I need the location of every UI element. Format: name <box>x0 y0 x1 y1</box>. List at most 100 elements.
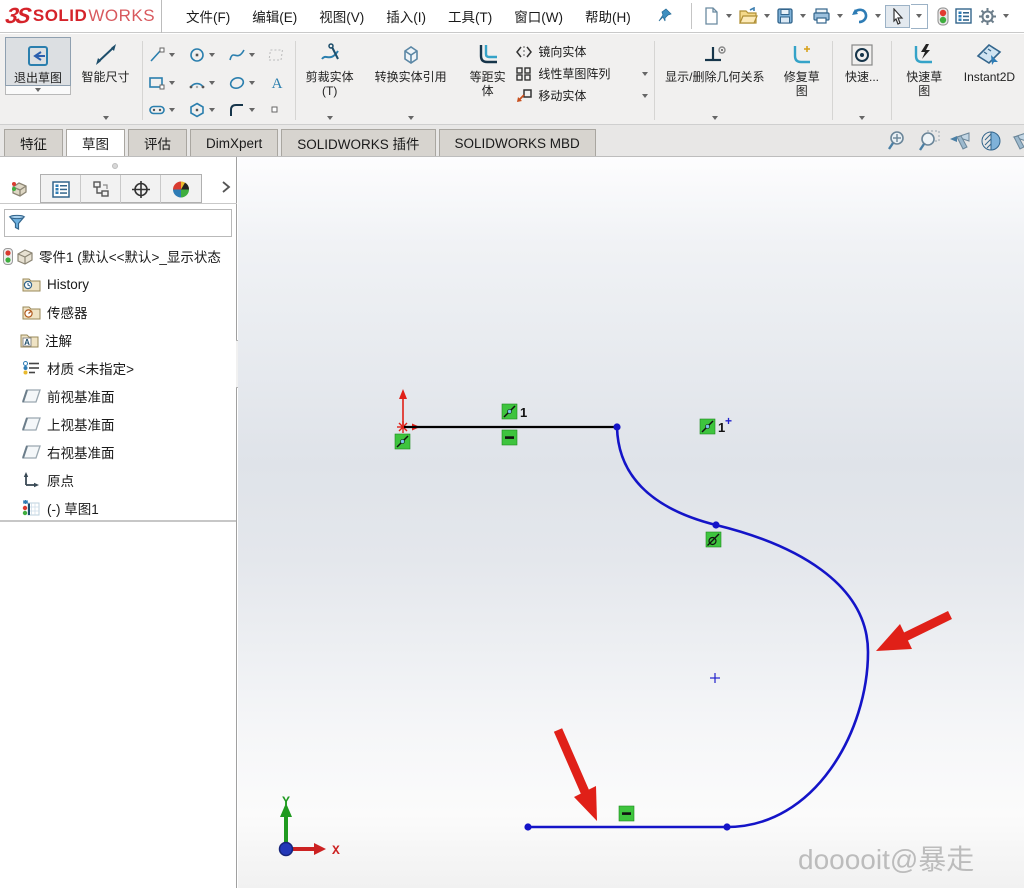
options-list-button[interactable] <box>952 4 975 28</box>
displaymanager-tab[interactable] <box>161 175 201 204</box>
section-view-icon[interactable] <box>979 129 1003 156</box>
sketch-spline[interactable] <box>617 427 868 827</box>
save-caret[interactable] <box>800 14 806 18</box>
arc-tool[interactable] <box>185 74 225 92</box>
offset-entities-button[interactable]: 等距实体 <box>460 37 515 124</box>
coincident-constraint-badge-1plus[interactable] <box>700 419 715 434</box>
circle-tool[interactable] <box>185 46 225 64</box>
display-relations-caret[interactable] <box>712 116 718 120</box>
tab-dimxpert[interactable]: DimXpert <box>190 129 278 156</box>
horizontal-constraint-badge[interactable] <box>619 806 634 821</box>
sketch-point[interactable] <box>712 521 719 528</box>
rapid-sketch-button[interactable]: 快速草图 <box>894 37 955 124</box>
new-document-caret[interactable] <box>726 14 732 18</box>
quick-snaps-button[interactable]: 快速... <box>835 37 888 124</box>
save-button[interactable] <box>774 4 796 28</box>
new-document-button[interactable] <box>700 4 722 28</box>
zoom-area-icon[interactable] <box>917 129 941 156</box>
tree-item-origin[interactable]: 原点 <box>0 466 236 494</box>
tree-item-sketch1[interactable]: (-) 草图1 <box>0 494 236 522</box>
smart-dimension-button[interactable]: 智能尺寸 <box>71 37 140 124</box>
menu-window[interactable]: 窗口(W) <box>504 0 573 32</box>
dimxpertmanager-tab[interactable] <box>121 175 161 204</box>
tree-root-part[interactable]: 零件1 (默认<<默认>_显示状态 <box>0 242 236 270</box>
filter-input[interactable] <box>26 213 231 233</box>
arc-center-point[interactable] <box>710 673 720 683</box>
slot-tool[interactable] <box>145 101 185 119</box>
polygon-tool[interactable] <box>185 101 225 119</box>
pin-icon[interactable] <box>657 7 673 26</box>
linear-pattern-button[interactable]: 线性草图阵列 <box>515 65 651 82</box>
mirror-entities-button[interactable]: 镜向实体 <box>515 43 651 60</box>
selection-filter-button[interactable] <box>935 4 951 29</box>
settings-caret[interactable] <box>1003 14 1009 18</box>
tree-item-front-plane[interactable]: 前视基准面 <box>0 382 236 410</box>
sketch-point[interactable] <box>613 423 620 430</box>
tab-sw-addins[interactable]: SOLIDWORKS 插件 <box>281 129 435 156</box>
print-button[interactable] <box>810 4 833 28</box>
smart-dimension-caret[interactable] <box>103 116 109 120</box>
select-tool-button[interactable] <box>885 5 910 28</box>
tab-features[interactable]: 特征 <box>4 129 63 156</box>
tree-item-top-plane[interactable]: 上视基准面 <box>0 410 236 438</box>
trim-entities-caret[interactable] <box>327 116 333 120</box>
sketch-point[interactable] <box>524 823 531 830</box>
exit-sketch-dropdown[interactable] <box>5 86 71 95</box>
menu-view[interactable]: 视图(V) <box>309 0 374 32</box>
display-relations-button[interactable]: 显示/删除几何关系 <box>657 37 774 124</box>
propertymanager-tab[interactable] <box>41 175 81 204</box>
settings-gear-button[interactable] <box>976 4 999 29</box>
menu-file[interactable]: 文件(F) <box>176 0 240 32</box>
fillet-tool[interactable] <box>225 101 265 119</box>
instant2d-button[interactable]: Instant2D <box>955 37 1024 124</box>
open-button[interactable] <box>736 4 760 28</box>
coincident-constraint-badge[interactable] <box>395 434 410 449</box>
convert-entities-caret[interactable] <box>408 116 414 120</box>
open-caret[interactable] <box>764 14 770 18</box>
tree-item-sensors[interactable]: 传感器 <box>0 298 236 326</box>
undo-caret[interactable] <box>875 14 881 18</box>
graphics-viewport[interactable]: 1 1 + <box>238 157 1024 888</box>
tree-item-right-plane[interactable]: 右视基准面 <box>0 438 236 466</box>
tab-sw-mbd[interactable]: SOLIDWORKS MBD <box>439 129 596 156</box>
trim-entities-button[interactable]: 剪裁实体(T) <box>298 37 361 124</box>
menu-help[interactable]: 帮助(H) <box>575 0 641 32</box>
coincident-constraint-badge-1[interactable] <box>502 404 517 419</box>
tree-item-annotations[interactable]: A 注解 <box>0 326 236 354</box>
move-entities-caret[interactable] <box>642 94 648 98</box>
menu-insert[interactable]: 插入(I) <box>376 0 436 32</box>
tree-item-history[interactable]: History <box>0 270 236 298</box>
featuremanager-tab[interactable] <box>0 174 40 203</box>
menu-tools[interactable]: 工具(T) <box>438 0 502 32</box>
view-settings-icon[interactable] <box>1010 129 1024 156</box>
print-caret[interactable] <box>837 14 843 18</box>
spline-tool[interactable] <box>225 46 265 64</box>
zoom-fit-icon[interactable] <box>886 129 910 156</box>
tab-sketch[interactable]: 草图 <box>66 129 125 156</box>
plane-ghost-tool[interactable] <box>265 46 293 64</box>
exit-sketch-button[interactable]: 退出草图 <box>5 37 71 86</box>
select-tool-caret[interactable] <box>911 4 928 29</box>
text-tool[interactable]: A <box>265 74 293 92</box>
quick-snaps-caret[interactable] <box>859 116 865 120</box>
tab-evaluate[interactable]: 评估 <box>128 129 187 156</box>
point-tool[interactable] <box>265 103 293 117</box>
rectangle-tool[interactable] <box>145 74 185 92</box>
line-tool[interactable] <box>145 46 185 64</box>
menu-edit[interactable]: 编辑(E) <box>242 0 307 32</box>
configurationmanager-tab[interactable] <box>81 175 121 204</box>
tree-item-material[interactable]: 材质 <未指定> <box>0 354 236 382</box>
move-entities-button[interactable]: 移动实体 <box>515 87 651 104</box>
sketch-icon <box>22 500 41 517</box>
tangent-constraint-badge[interactable] <box>706 532 721 547</box>
previous-view-icon[interactable] <box>948 129 972 156</box>
panel-grip[interactable] <box>112 163 118 169</box>
undo-button[interactable] <box>847 4 871 28</box>
repair-sketch-button[interactable]: 修复草图 <box>773 37 830 124</box>
linear-pattern-caret[interactable] <box>642 72 648 76</box>
expand-pane-icon[interactable] <box>221 180 231 197</box>
convert-entities-button[interactable]: 转换实体引用 <box>361 37 460 124</box>
sketch-point[interactable] <box>723 823 730 830</box>
horizontal-constraint-badge[interactable] <box>502 430 517 445</box>
ellipse-tool[interactable] <box>225 74 265 92</box>
